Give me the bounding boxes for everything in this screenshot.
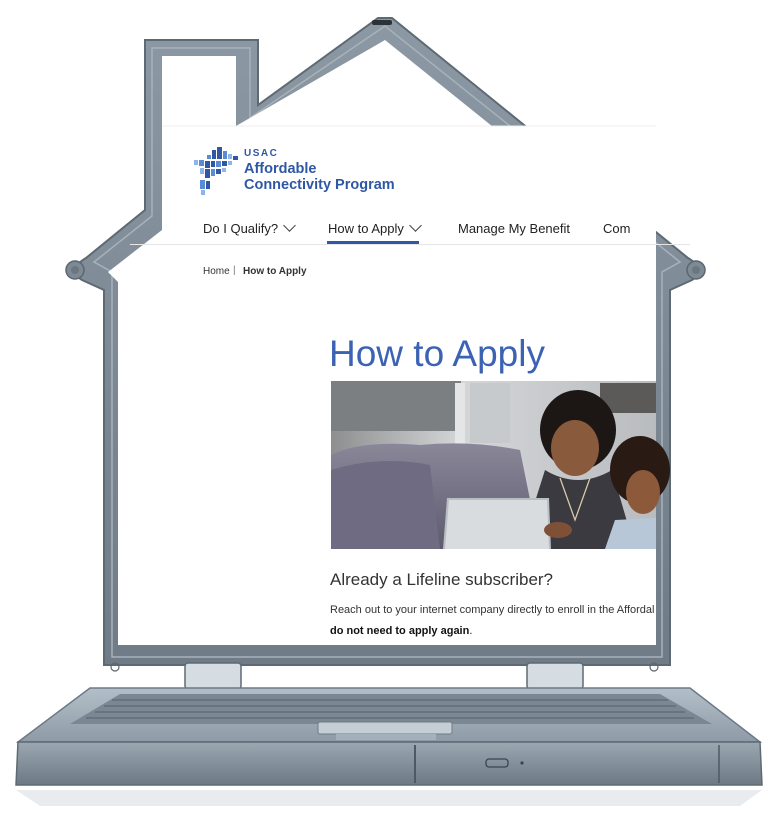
brand-org: USAC — [244, 148, 279, 159]
breadcrumb-home[interactable]: Home — [203, 266, 230, 277]
section-heading: Already a Lifeline subscriber? — [330, 570, 554, 589]
nav-item-truncated[interactable]: Com — [603, 221, 630, 236]
body-text-end: . — [469, 625, 473, 637]
body-text-line1: Reach out to your internet company direc… — [330, 604, 655, 616]
body-bold-text: do not need to apply again — [330, 625, 470, 637]
breadcrumb-separator: | — [233, 265, 236, 276]
body-text-line2: do not need to apply again. — [330, 625, 472, 637]
brand-program-line2[interactable]: Connectivity Program — [244, 177, 395, 193]
nav-divider — [130, 244, 690, 245]
nav-item-label: Do I Qualify? — [203, 221, 279, 236]
page-title: How to Apply — [329, 333, 545, 374]
brand-program-line1[interactable]: Affordable — [244, 161, 317, 177]
nav-item-label: Manage My Benefit — [458, 221, 571, 236]
webpage-content: USAC Affordable Connectivity Program Do … — [0, 0, 779, 822]
breadcrumb-current: How to Apply — [243, 266, 307, 277]
nav-item-label: How to Apply — [328, 221, 404, 236]
nav-item-how-to-apply[interactable]: How to Apply — [328, 219, 422, 236]
nav-item-manage-my-benefit[interactable]: Manage My Benefit — [458, 221, 570, 236]
nav-item-label: Com — [603, 221, 631, 236]
chevron-down-icon — [283, 219, 297, 232]
nav-item-do-i-qualify[interactable]: Do I Qualify? — [203, 219, 297, 236]
chevron-down-icon — [409, 219, 422, 232]
